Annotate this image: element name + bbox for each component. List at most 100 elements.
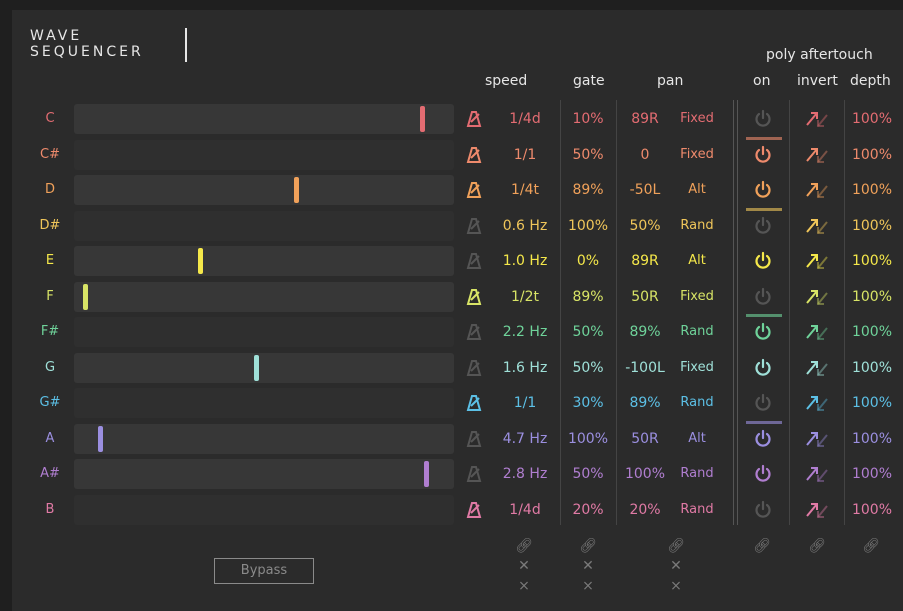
pan-mode-value[interactable]: Fixed: [672, 281, 722, 313]
wave-track[interactable]: [74, 104, 454, 134]
tempo-sync-icon[interactable]: [465, 394, 483, 412]
wave-track[interactable]: [74, 281, 454, 312]
pan-mode-value[interactable]: Rand: [672, 458, 722, 490]
pan-mode-value[interactable]: Alt: [672, 423, 722, 455]
tempo-sync-icon[interactable]: [465, 252, 483, 270]
gate-value[interactable]: 89%: [562, 281, 614, 313]
pan-mode-value[interactable]: Alt: [672, 245, 722, 277]
close-x-icon[interactable]: ✕: [510, 558, 538, 574]
pan-value[interactable]: 100%: [620, 458, 670, 490]
gate-value[interactable]: 89%: [562, 174, 614, 206]
invert-arrows-icon[interactable]: [803, 429, 831, 449]
invert-arrows-icon[interactable]: [803, 393, 831, 413]
position-marker[interactable]: [83, 283, 89, 310]
gate-value[interactable]: 50%: [562, 316, 614, 348]
gate-value[interactable]: 50%: [562, 139, 614, 171]
wave-track[interactable]: [74, 139, 454, 170]
position-marker[interactable]: [253, 354, 259, 381]
speed-value[interactable]: 2.2 Hz: [490, 316, 560, 348]
speed-value[interactable]: 1/1: [490, 139, 560, 171]
pan-mode-value[interactable]: Alt: [672, 174, 722, 206]
power-icon[interactable]: [748, 180, 778, 200]
power-icon[interactable]: [748, 358, 778, 378]
gate-value[interactable]: 50%: [562, 458, 614, 490]
pan-mode-value[interactable]: Rand: [672, 387, 722, 419]
pan-value[interactable]: 50R: [620, 423, 670, 455]
tempo-sync-icon[interactable]: [465, 430, 483, 448]
depth-value[interactable]: 100%: [846, 316, 898, 348]
pan-mode-value[interactable]: Rand: [672, 494, 722, 526]
shuffle-icon[interactable]: ⨯: [510, 578, 538, 594]
link-icon[interactable]: 🔗︎: [662, 538, 690, 554]
pan-value[interactable]: 0: [620, 139, 670, 171]
speed-value[interactable]: 0.6 Hz: [490, 210, 560, 242]
pan-mode-value[interactable]: Fixed: [672, 139, 722, 171]
pan-value[interactable]: 89R: [620, 103, 670, 135]
speed-value[interactable]: 1.6 Hz: [490, 352, 560, 384]
gate-value[interactable]: 20%: [562, 494, 614, 526]
shuffle-icon[interactable]: ⨯: [662, 578, 690, 594]
speed-value[interactable]: 1/4t: [490, 174, 560, 206]
link-icon[interactable]: 🔗︎: [510, 538, 538, 554]
pan-mode-value[interactable]: Rand: [672, 210, 722, 242]
close-x-icon[interactable]: ✕: [574, 558, 602, 574]
wave-track[interactable]: [74, 352, 454, 383]
depth-value[interactable]: 100%: [846, 245, 898, 277]
power-icon[interactable]: [748, 322, 778, 342]
position-marker[interactable]: [294, 177, 300, 203]
wave-track[interactable]: [74, 210, 454, 241]
link-icon[interactable]: 🔗︎: [857, 538, 885, 554]
link-icon[interactable]: 🔗︎: [574, 538, 602, 554]
power-icon[interactable]: [748, 393, 778, 413]
bypass-button[interactable]: Bypass: [214, 558, 314, 584]
tempo-sync-icon[interactable]: [465, 501, 483, 519]
depth-value[interactable]: 100%: [846, 103, 898, 135]
invert-arrows-icon[interactable]: [803, 464, 831, 484]
invert-arrows-icon[interactable]: [803, 287, 831, 307]
power-icon[interactable]: [748, 145, 778, 165]
position-marker[interactable]: [98, 425, 104, 452]
depth-value[interactable]: 100%: [846, 281, 898, 313]
power-icon[interactable]: [748, 429, 778, 449]
pan-value[interactable]: 89R: [620, 245, 670, 277]
wave-track[interactable]: [74, 317, 454, 347]
depth-value[interactable]: 100%: [846, 210, 898, 242]
power-icon[interactable]: [748, 216, 778, 236]
depth-value[interactable]: 100%: [846, 174, 898, 206]
speed-value[interactable]: 2.8 Hz: [490, 458, 560, 490]
gate-value[interactable]: 100%: [562, 210, 614, 242]
depth-value[interactable]: 100%: [846, 494, 898, 526]
speed-value[interactable]: 1.0 Hz: [490, 245, 560, 277]
gate-value[interactable]: 100%: [562, 423, 614, 455]
wave-track[interactable]: [74, 175, 454, 205]
depth-value[interactable]: 100%: [846, 423, 898, 455]
invert-arrows-icon[interactable]: [803, 109, 831, 129]
pan-value[interactable]: 20%: [620, 494, 670, 526]
close-x-icon[interactable]: ✕: [662, 558, 690, 574]
speed-value[interactable]: 1/2t: [490, 281, 560, 313]
link-icon[interactable]: 🔗︎: [748, 538, 776, 554]
invert-arrows-icon[interactable]: [803, 358, 831, 378]
pan-value[interactable]: 89%: [620, 316, 670, 348]
speed-value[interactable]: 1/4d: [490, 103, 560, 135]
gate-value[interactable]: 50%: [562, 352, 614, 384]
pan-value[interactable]: -100L: [620, 352, 670, 384]
gate-value[interactable]: 0%: [562, 245, 614, 277]
invert-arrows-icon[interactable]: [803, 180, 831, 200]
pan-value[interactable]: 89%: [620, 387, 670, 419]
position-marker[interactable]: [198, 248, 204, 274]
depth-value[interactable]: 100%: [846, 387, 898, 419]
speed-value[interactable]: 4.7 Hz: [490, 423, 560, 455]
tempo-sync-icon[interactable]: [465, 465, 483, 483]
depth-value[interactable]: 100%: [846, 352, 898, 384]
wave-track[interactable]: [74, 246, 454, 276]
pan-value[interactable]: 50%: [620, 210, 670, 242]
speed-value[interactable]: 1/1: [490, 387, 560, 419]
shuffle-icon[interactable]: ⨯: [574, 578, 602, 594]
power-icon[interactable]: [748, 251, 778, 271]
invert-arrows-icon[interactable]: [803, 322, 831, 342]
gate-value[interactable]: 10%: [562, 103, 614, 135]
tempo-sync-icon[interactable]: [465, 146, 483, 164]
pan-mode-value[interactable]: Fixed: [672, 352, 722, 384]
pan-mode-value[interactable]: Fixed: [672, 103, 722, 135]
